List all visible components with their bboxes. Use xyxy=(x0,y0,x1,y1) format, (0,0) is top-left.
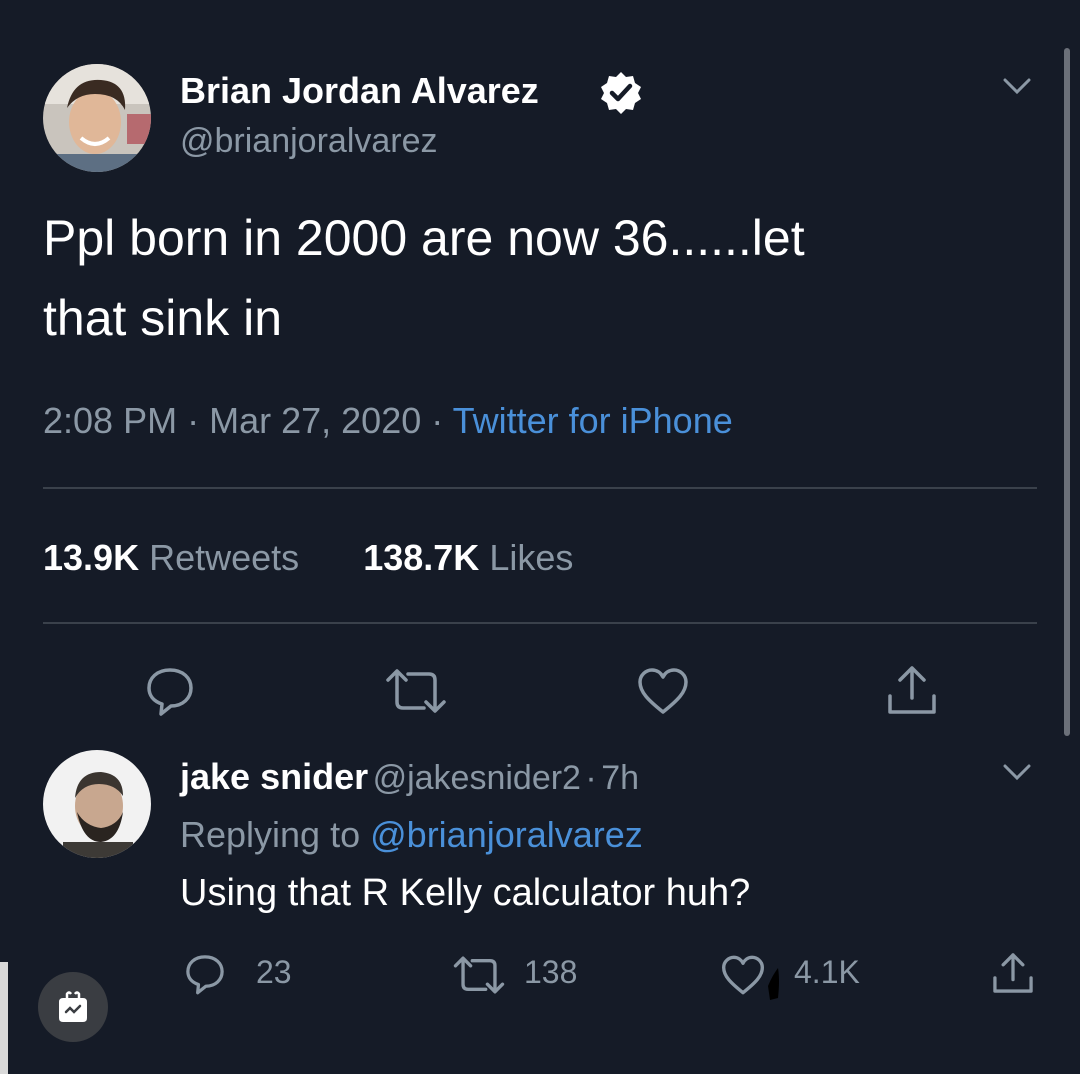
author-handle[interactable]: @brianjoralvarez xyxy=(180,122,438,161)
divider xyxy=(43,487,1037,489)
app-badge-icon xyxy=(57,990,89,1024)
retweets-count: 13.9K xyxy=(43,537,140,578)
reply-author-avatar[interactable] xyxy=(43,750,151,858)
reply-retweet-count: 138 xyxy=(524,954,578,990)
share-icon[interactable] xyxy=(990,950,1036,996)
likes-label: Likes xyxy=(489,537,574,578)
reply-like-count: 4.1K xyxy=(794,954,860,990)
app-badge-button[interactable] xyxy=(38,972,108,1042)
author-avatar[interactable] xyxy=(43,64,151,172)
likes-count: 138.7K xyxy=(363,537,480,578)
meta-separator: · xyxy=(585,759,597,797)
meta-separator: · xyxy=(187,400,200,441)
like-icon[interactable] xyxy=(636,666,690,716)
tweet-text-line: that sink in xyxy=(43,290,283,346)
replying-to: Replying to @brianjoralvarez xyxy=(180,814,643,856)
tweet-text: Ppl born in 2000 are now 36......let tha… xyxy=(43,198,1043,358)
reply-author-name[interactable]: jake snider xyxy=(180,756,368,797)
tweet-source-link[interactable]: Twitter for iPhone xyxy=(453,400,733,441)
tweet-stats: 13.9K Retweets 138.7K Likes xyxy=(43,537,573,579)
tweet-date[interactable]: Mar 27, 2020 xyxy=(209,400,421,441)
tweet-meta: 2:08 PM · Mar 27, 2020 · Twitter for iPh… xyxy=(43,400,733,442)
replying-to-handle[interactable]: @brianjoralvarez xyxy=(370,814,643,855)
like-icon[interactable] xyxy=(720,954,766,996)
reply-text: Using that R Kelly calculator huh? xyxy=(180,872,751,914)
retweet-icon[interactable] xyxy=(384,666,448,716)
replying-to-label: Replying to xyxy=(180,814,361,855)
ink-mark xyxy=(766,966,782,1000)
reply-icon[interactable] xyxy=(143,664,197,718)
likes-stat[interactable]: 138.7K Likes xyxy=(363,537,573,578)
left-edge-strip xyxy=(0,962,8,1074)
reply-icon[interactable] xyxy=(183,952,227,996)
chevron-down-icon[interactable] xyxy=(1000,760,1034,784)
tweet-text-line: Ppl born in 2000 are now 36......let xyxy=(43,210,805,266)
verified-badge-icon xyxy=(598,70,644,116)
reply-header: jake snider @jakesnider2 · 7h xyxy=(180,756,639,798)
retweet-icon[interactable] xyxy=(452,954,506,996)
divider xyxy=(43,622,1037,624)
reply-author-handle[interactable]: @jakesnider2 xyxy=(373,759,581,797)
retweets-stat[interactable]: 13.9K Retweets xyxy=(43,537,309,578)
share-icon[interactable] xyxy=(884,662,940,718)
meta-separator: · xyxy=(431,400,444,441)
reply-time: 7h xyxy=(601,759,640,797)
chevron-down-icon[interactable] xyxy=(1000,74,1034,98)
tweet-time: 2:08 PM xyxy=(43,400,178,441)
reply-reply-count: 23 xyxy=(256,954,292,990)
author-name[interactable]: Brian Jordan Alvarez xyxy=(180,70,539,112)
scrollbar[interactable] xyxy=(1064,48,1070,736)
retweets-label: Retweets xyxy=(149,537,300,578)
